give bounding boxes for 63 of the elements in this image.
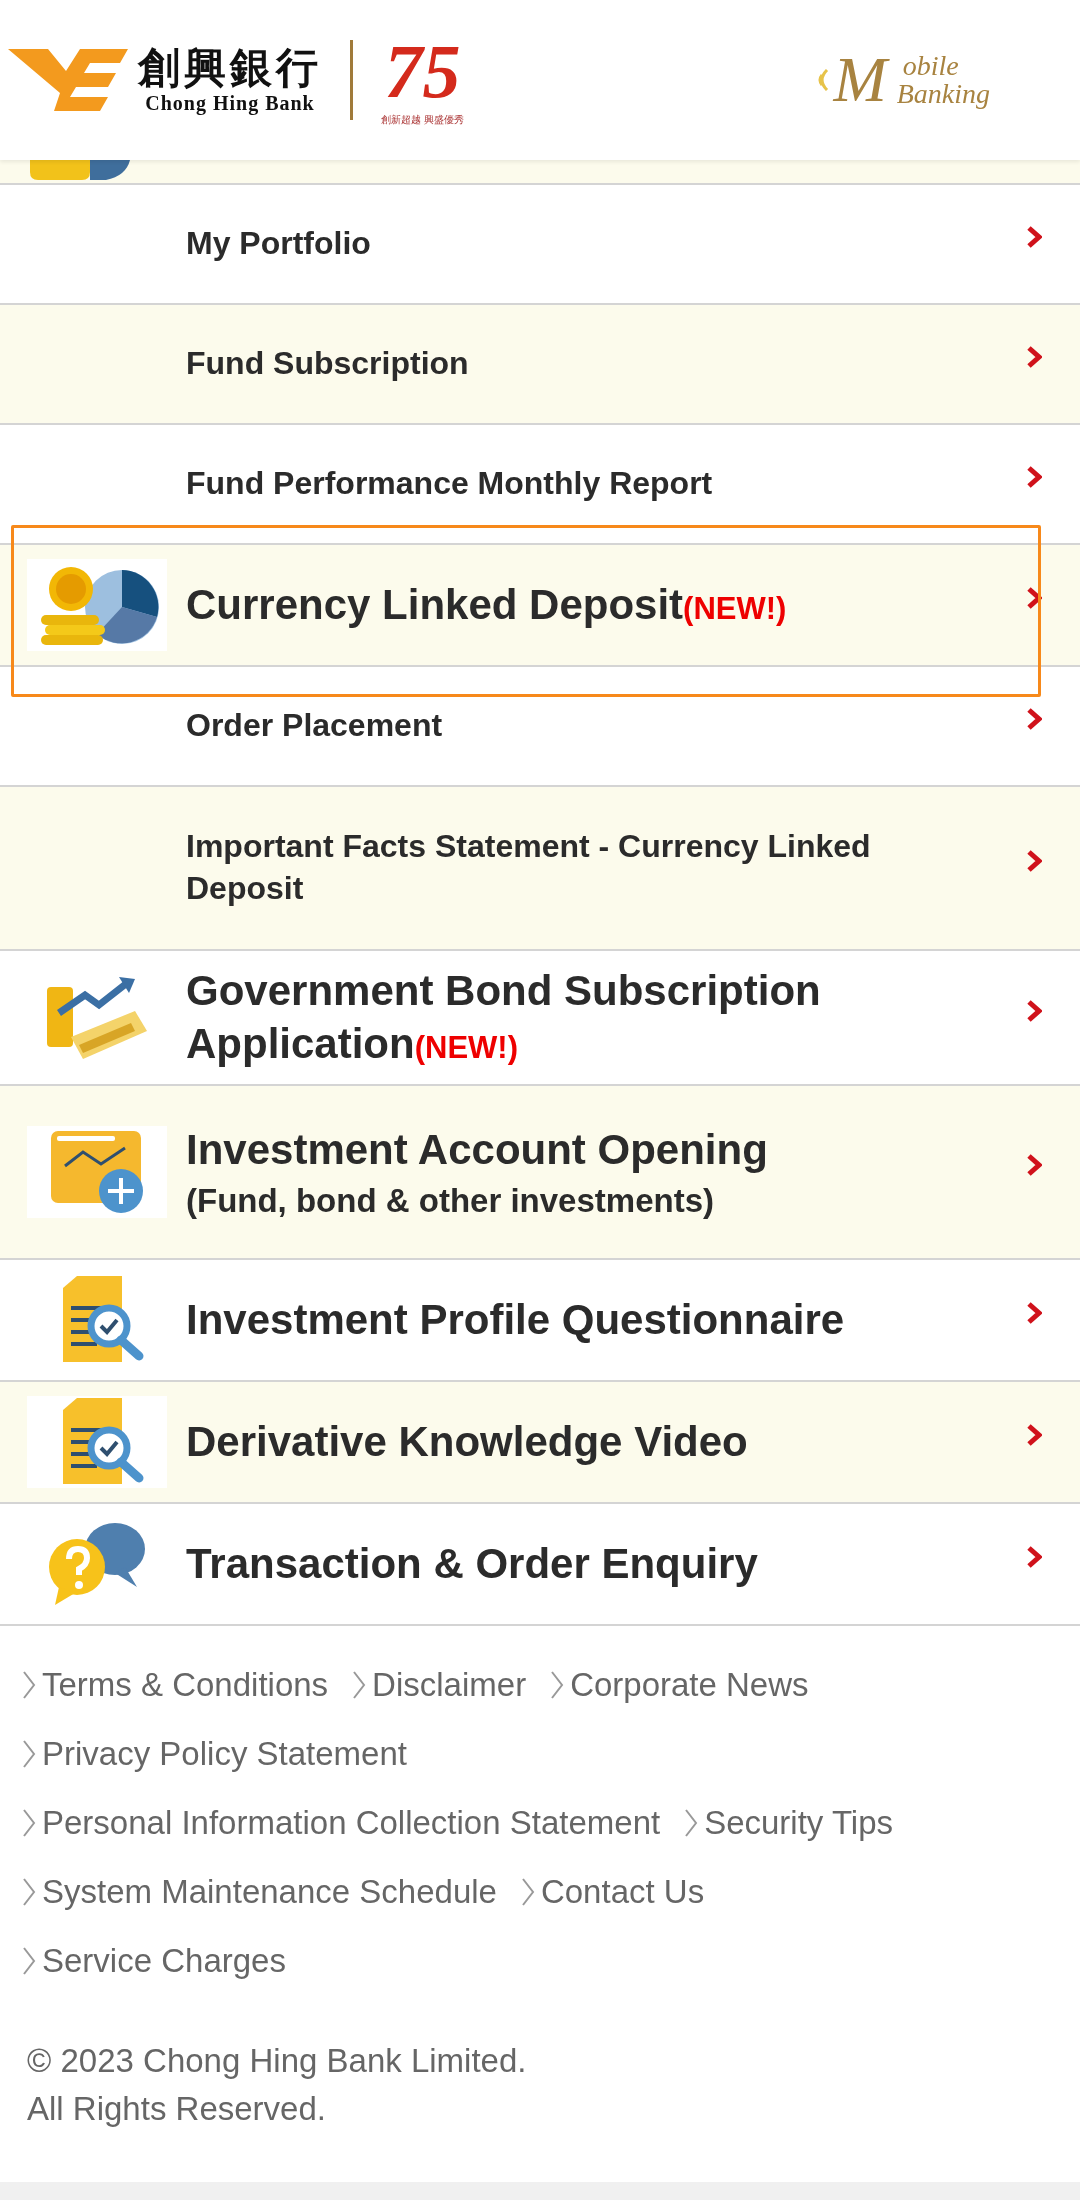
footer-link[interactable]: Service Charges	[22, 1941, 286, 1980]
menu-row[interactable]: Derivative Knowledge Video	[0, 1382, 1080, 1504]
chevron-right-icon	[22, 1669, 36, 1700]
footer-link[interactable]: Personal Information Collection Statement	[22, 1803, 661, 1842]
menu-row[interactable]: Fund Subscription	[0, 305, 1080, 425]
chevron-right-icon	[550, 1669, 565, 1700]
footer-link[interactable]: System Maintenance Schedule	[22, 1872, 497, 1911]
chevron-right-icon	[352, 1669, 367, 1700]
menu-item-title: Investment Profile Questionnaire	[186, 1294, 846, 1345]
footer-link[interactable]: Disclaimer	[352, 1665, 527, 1704]
footer-link[interactable]: Corporate News	[550, 1665, 809, 1704]
menu-item-title: Currency Linked Deposit(NEW!)	[186, 579, 788, 630]
chevron-right-icon	[22, 1807, 36, 1838]
menu-item-title: Derivative Knowledge Video	[186, 1416, 749, 1467]
app-logo-text: Banking	[896, 80, 990, 108]
menu-row[interactable]: Investment Account Opening (Fund, bond & other investments)	[0, 1086, 1080, 1260]
anniversary-logo: 75	[384, 33, 461, 109]
copyright-text: © 2023 Chong Hing Bank Limited.	[27, 2041, 528, 2081]
menu-item-subtitle: (Fund, bond & other investments)	[186, 1182, 715, 1221]
menu-item-title: Fund Subscription	[186, 344, 470, 384]
app-logo-text: obile	[901, 52, 960, 80]
chevron-right-icon	[22, 1945, 36, 1976]
menu-item-title: Important Facts Statement - Currency Linked Deposit	[186, 827, 872, 908]
chevron-right-icon	[1026, 1424, 1042, 1446]
coins-pie-chart-icon	[26, 559, 167, 651]
chevron-right-icon	[1026, 346, 1042, 368]
bank-name-chinese: 創興銀行	[138, 45, 322, 92]
anniversary-slogan: 創新超越 興盛優秀	[381, 113, 464, 127]
menu-row[interactable]: Currency Linked Deposit(NEW!)	[0, 545, 1080, 667]
chevron-right-icon	[1026, 708, 1042, 730]
chevron-right-icon	[1026, 999, 1042, 1022]
bank-name: Chong Hing Bank	[145, 91, 315, 115]
chevron-right-icon	[1026, 1546, 1042, 1568]
app-logo-initial: M	[833, 48, 893, 112]
chevron-right-icon	[1026, 1302, 1042, 1324]
chevron-right-icon	[22, 1738, 36, 1769]
chevron-right-icon	[22, 1876, 36, 1907]
question-chat-icon	[46, 1521, 147, 1607]
bank-logo-icon	[8, 49, 128, 111]
menu-item-title: Transaction & Order Enquiry	[186, 1538, 759, 1589]
footer-link[interactable]: Privacy Policy Statement	[22, 1734, 407, 1773]
chart-window-plus-icon	[26, 1126, 167, 1218]
chevron-right-icon	[1026, 587, 1042, 609]
coins-icon	[30, 160, 130, 180]
footer-link[interactable]: Contact Us	[520, 1872, 705, 1911]
menu-item-title: Fund Performance Monthly Report	[186, 464, 714, 504]
chevron-right-icon	[520, 1876, 535, 1907]
menu-item-title: Government Bond Subscription Application(NEW!)	[186, 966, 822, 1069]
chevron-right-icon	[1026, 466, 1042, 488]
menu-item-title: Order Placement	[186, 706, 444, 746]
footer-link[interactable]: Security Tips	[684, 1803, 894, 1842]
footer-link[interactable]: Terms & Conditions	[22, 1665, 329, 1704]
chevron-right-icon	[1026, 226, 1042, 248]
menu-row[interactable]	[0, 160, 1080, 185]
money-growth-icon	[46, 976, 147, 1059]
menu-item-title: Investment Account Opening	[186, 1124, 769, 1175]
chevron-right-icon	[684, 1807, 699, 1838]
menu-item-title: My Portfolio	[186, 224, 372, 264]
chevron-right-icon	[1026, 1154, 1042, 1176]
copyright-text: All Rights Reserved.	[27, 2089, 327, 2129]
chevron-right-icon	[1026, 850, 1042, 872]
document-search-icon	[26, 1396, 167, 1488]
menu-row[interactable]: Important Facts Statement - Currency Linked Deposit	[0, 787, 1080, 951]
